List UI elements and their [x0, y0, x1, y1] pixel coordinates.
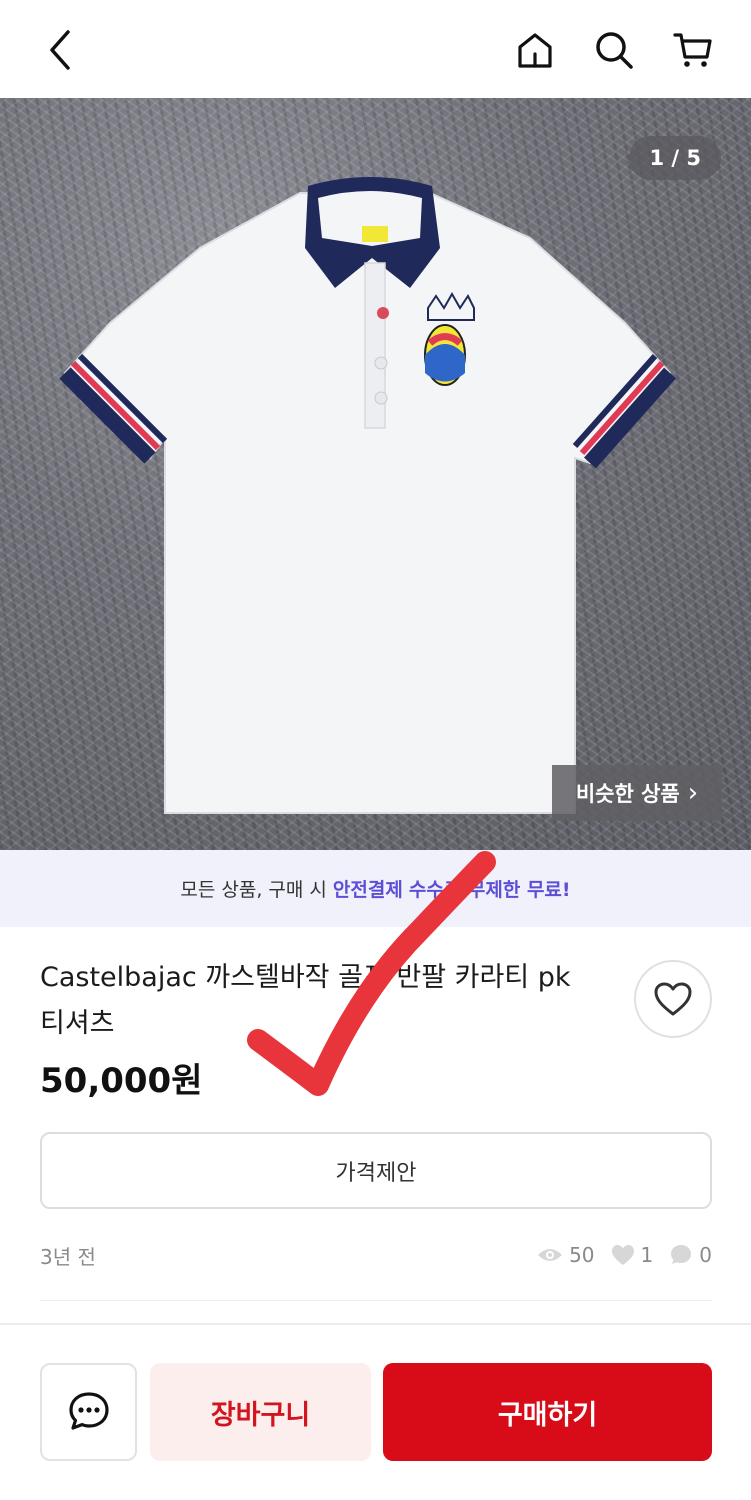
posted-time: 3년 전 [40, 1244, 96, 1269]
likes-count: 1 [640, 1243, 654, 1267]
like-button[interactable] [634, 960, 712, 1038]
views-count: 50 [569, 1243, 595, 1267]
chevron-left-icon [50, 30, 70, 70]
banner-highlight: 안전결제 [332, 879, 403, 901]
chat-icon [68, 1392, 109, 1430]
image-page-counter: 1 / 5 [629, 136, 721, 180]
likes-stat: 1 [611, 1243, 654, 1267]
similar-products-button[interactable]: 비슷한 상품 › [552, 765, 722, 821]
chat-bubble-icon [671, 1245, 692, 1264]
product-stats: 50 1 0 [527, 1243, 712, 1267]
bottom-bar-divider [0, 1323, 751, 1325]
product-meta: 3년 전 50 1 0 [40, 1238, 712, 1272]
views-stat: 50 [537, 1243, 595, 1267]
chat-button[interactable] [40, 1363, 137, 1461]
eye-icon [538, 1249, 563, 1261]
chats-count: 0 [699, 1243, 712, 1267]
home-button[interactable] [509, 24, 561, 76]
banner-prefix: 모든 상품, 구매 시 [180, 879, 327, 901]
product-title: Castelbajac 까스텔바작 골프 반팔 카라티 pk 티셔츠 [40, 962, 571, 1039]
search-button[interactable] [588, 24, 640, 76]
product-image-gallery[interactable]: 1 / 5 비슷한 상품 › [0, 98, 751, 850]
home-icon [518, 33, 552, 68]
price-offer-button[interactable]: 가격제안 [40, 1132, 712, 1209]
top-navigation-bar [0, 0, 751, 98]
cart-icon [673, 33, 712, 67]
safe-payment-banner[interactable]: 모든 상품, 구매 시 안전결제 수수료 무제한 무료! [0, 850, 751, 927]
banner-suffix: 수수료 무제한 무료! [408, 879, 571, 901]
buy-now-button[interactable]: 구매하기 [383, 1363, 712, 1461]
chats-stat: 0 [669, 1243, 712, 1267]
divider [40, 1300, 712, 1301]
chevron-right-icon: › [687, 778, 699, 808]
back-button[interactable] [34, 24, 86, 76]
product-price: 50,000원 [40, 1061, 203, 1101]
product-photo [59, 177, 676, 814]
cart-button[interactable] [667, 24, 719, 76]
add-to-cart-button[interactable]: 장바구니 [150, 1363, 371, 1461]
search-icon [596, 32, 633, 69]
heart-filled-icon [611, 1245, 634, 1265]
heart-icon [654, 982, 692, 1016]
similar-products-label: 비슷한 상품 [575, 782, 680, 806]
